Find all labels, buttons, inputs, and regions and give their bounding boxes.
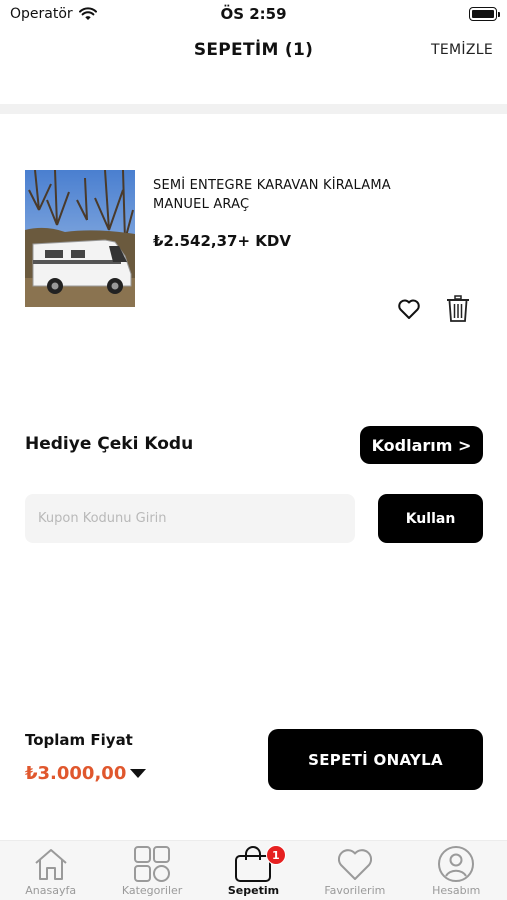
remove-item-button[interactable] xyxy=(446,295,470,323)
product-price: ₺2.542,37+ KDV xyxy=(153,232,291,250)
bottom-tab-bar: Anasayfa Kategoriler 1 Sepetim Favoriler… xyxy=(0,840,507,900)
trash-icon xyxy=(447,295,469,322)
product-image[interactable] xyxy=(25,170,135,307)
camper-van-photo-icon xyxy=(25,170,135,307)
page-header: SEPETİM (1) TEMİZLE xyxy=(0,30,507,72)
tab-account[interactable]: Hesabım xyxy=(406,841,507,900)
price-details-toggle-icon[interactable] xyxy=(130,769,146,778)
battery-icon xyxy=(469,7,500,21)
status-bar: Operatör ÖS 2:59 xyxy=(0,0,507,30)
cart-item: SEMİ ENTEGRE KARAVAN KİRALAMA MANUEL ARA… xyxy=(25,170,485,330)
tab-label: Kategoriler xyxy=(121,884,183,897)
total-price-label: Toplam Fiyat xyxy=(25,731,133,749)
coupon-code-input[interactable] xyxy=(25,494,355,543)
total-price-value: ₺3.000,00 xyxy=(25,763,127,784)
tab-home[interactable]: Anasayfa xyxy=(0,841,101,900)
header-divider xyxy=(0,104,507,114)
tab-label: Anasayfa xyxy=(25,884,77,897)
heart-icon xyxy=(337,849,372,880)
categories-icon xyxy=(134,846,171,882)
account-icon xyxy=(438,846,475,882)
tab-favorites[interactable]: Favorilerim xyxy=(304,841,405,900)
add-to-favorites-button[interactable] xyxy=(397,298,421,320)
apply-coupon-button[interactable]: Kullan xyxy=(378,494,483,543)
tab-label: Sepetim xyxy=(227,884,280,897)
clear-cart-button[interactable]: TEMİZLE xyxy=(431,42,493,58)
my-codes-button[interactable]: Kodlarım > xyxy=(360,426,483,464)
heart-outline-icon xyxy=(398,299,420,319)
cart-count-badge: 1 xyxy=(265,845,286,865)
tab-cart[interactable]: 1 Sepetim xyxy=(203,841,304,900)
product-title[interactable]: SEMİ ENTEGRE KARAVAN KİRALAMA MANUEL ARA… xyxy=(153,176,413,214)
confirm-cart-button[interactable]: SEPETİ ONAYLA xyxy=(268,729,483,790)
tab-label: Hesabım xyxy=(432,884,481,897)
tab-categories[interactable]: Kategoriler xyxy=(101,841,202,900)
gift-code-label: Hediye Çeki Kodu xyxy=(25,434,194,454)
home-icon xyxy=(35,849,67,880)
status-time: ÖS 2:59 xyxy=(220,5,287,23)
tab-label: Favorilerim xyxy=(324,884,386,897)
